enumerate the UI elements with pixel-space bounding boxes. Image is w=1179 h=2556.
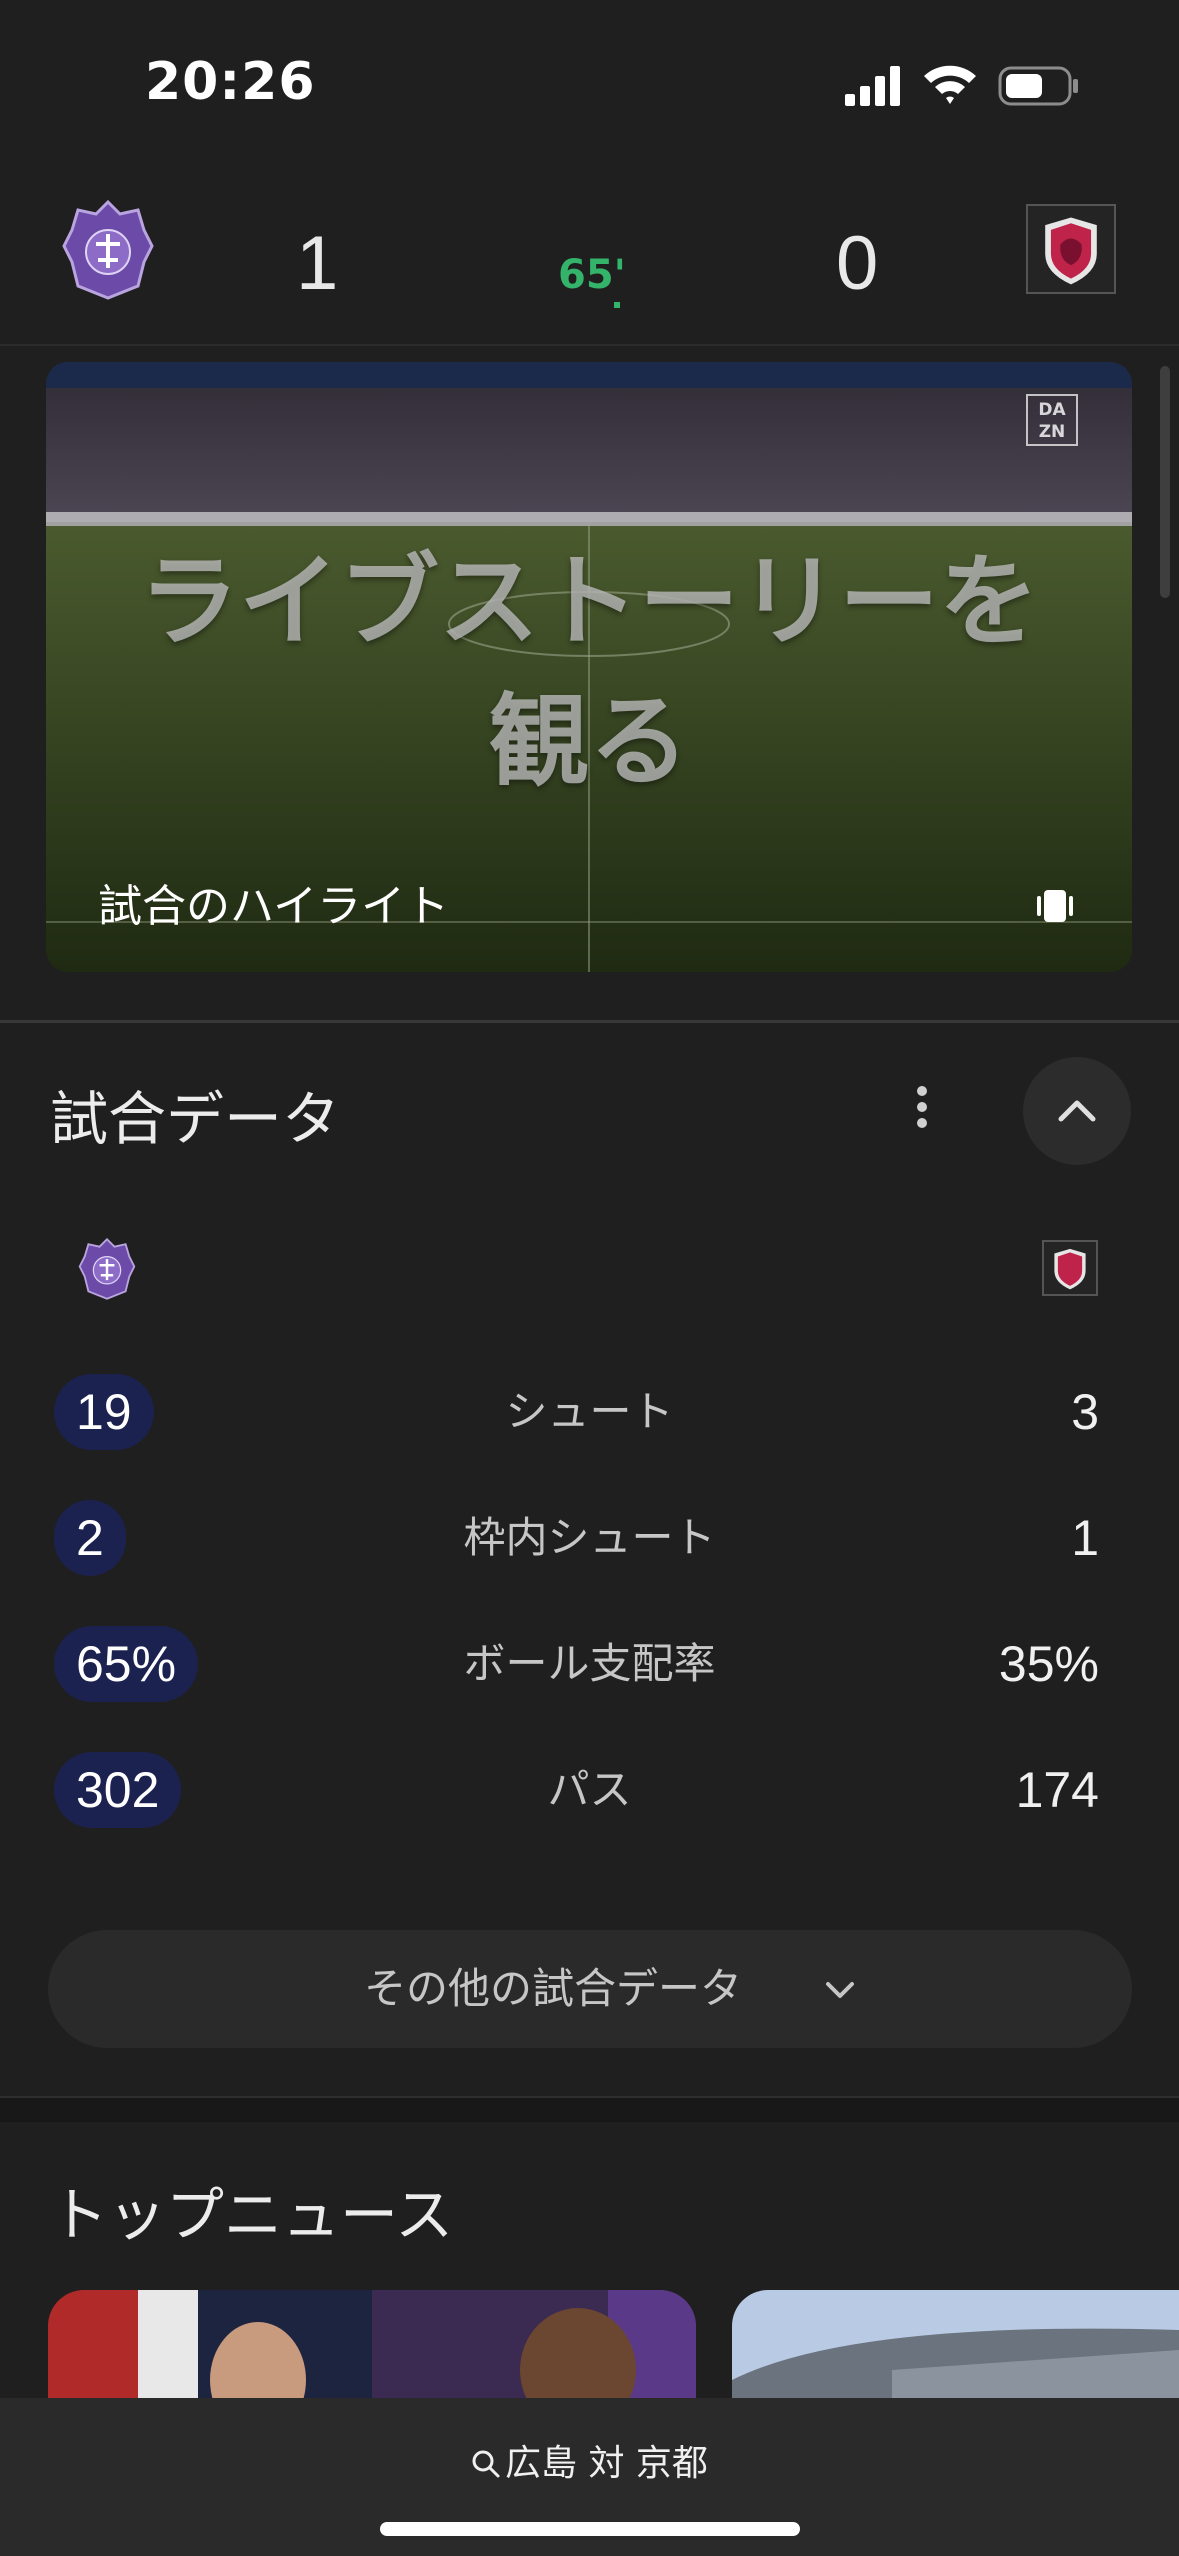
- chevron-up-icon: [1058, 1100, 1096, 1122]
- bottom-search-bar[interactable]: 広島 対 京都: [0, 2398, 1179, 2556]
- cellular-signal-icon: [845, 66, 900, 106]
- shorts-icon[interactable]: [1036, 888, 1074, 924]
- more-match-data-label: その他の試合データ: [363, 1964, 742, 2013]
- away-stat-value: 1: [1071, 1510, 1099, 1566]
- score-header: 1 65' 0: [0, 160, 1179, 346]
- chevron-down-icon: [826, 1982, 854, 1998]
- section-gap: [0, 2098, 1179, 2122]
- search-icon: [472, 2450, 500, 2478]
- dazn-logo: DA ZN: [1026, 394, 1078, 446]
- away-stat-value: 174: [1015, 1762, 1099, 1818]
- dazn-logo-line1: DA: [1038, 400, 1066, 420]
- scrollbar[interactable]: [1160, 366, 1170, 598]
- status-bar: 20:26: [0, 0, 1179, 160]
- status-time: 20:26: [145, 52, 316, 112]
- more-options-icon[interactable]: [902, 1082, 942, 1132]
- collapse-button[interactable]: [1023, 1057, 1131, 1165]
- sanfrecce-hiroshima-crest-icon[interactable]: [62, 200, 154, 300]
- away-score: 0: [836, 221, 879, 306]
- overlay-title-line2: 観る: [489, 683, 689, 800]
- stat-row-shots-on-target: 2 枠内シュート 1: [0, 1500, 1179, 1590]
- home-score: 1: [296, 221, 339, 306]
- top-news-title: トップニュース: [50, 2181, 454, 2249]
- home-indicator[interactable]: [380, 2522, 800, 2536]
- away-stat-value: 3: [1071, 1384, 1099, 1440]
- search-query[interactable]: 広島 対 京都: [0, 2434, 1179, 2486]
- live-indicator: [614, 302, 620, 308]
- wifi-icon: [924, 65, 976, 104]
- away-team-crest-icon: [1042, 1240, 1098, 1296]
- stat-label: パス: [547, 1765, 632, 1814]
- section-divider: [0, 1020, 1179, 1023]
- stat-label: 枠内シュート: [463, 1513, 716, 1562]
- match-data-title: 試合データ: [50, 1085, 341, 1153]
- live-story-video-card[interactable]: ライブストーリーを 観る DA ZN 試合のハイライト: [46, 362, 1132, 972]
- home-team-crest-icon: [78, 1238, 136, 1300]
- dazn-logo-line2: ZN: [1038, 422, 1066, 442]
- live-story-overlay-title: ライブストーリーを 観る: [46, 532, 1132, 812]
- kyoto-sanga-crest-icon[interactable]: [1026, 204, 1116, 294]
- battery-icon: [998, 66, 1078, 106]
- highlights-caption: 試合のハイライト: [98, 881, 450, 932]
- match-minute: 65': [558, 252, 626, 298]
- stat-row-shots: 19 シュート 3: [0, 1374, 1179, 1464]
- overlay-title-line1: ライブストーリーを: [139, 543, 1039, 660]
- more-match-data-button[interactable]: その他の試合データ: [48, 1930, 1132, 2048]
- stat-label: シュート: [505, 1387, 674, 1436]
- stat-row-passes: 302 パス 174: [0, 1752, 1179, 1842]
- stat-row-possession: 65% ボール支配率 35%: [0, 1626, 1179, 1716]
- search-query-text: 広島 対 京都: [505, 2443, 708, 2484]
- away-stat-value: 35%: [998, 1636, 1099, 1692]
